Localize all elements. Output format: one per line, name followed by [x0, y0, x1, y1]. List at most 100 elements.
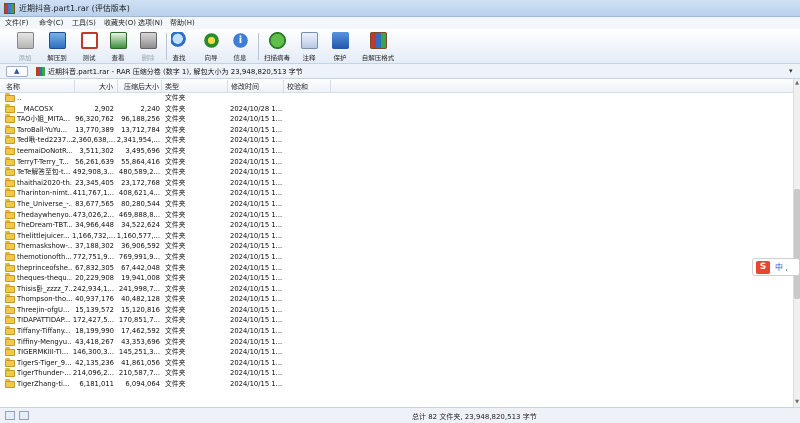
file-type: 文件夹 — [165, 348, 186, 357]
column-modified[interactable]: 修改时间 — [231, 82, 259, 92]
file-type: 文件夹 — [165, 252, 186, 261]
column-checksum[interactable]: 校验和 — [287, 82, 308, 92]
folder-icon — [5, 336, 15, 346]
file-packed-size: 170,851,7... — [118, 316, 160, 325]
file-modified: 2024/10/15 1... — [230, 284, 283, 293]
file-packed-size: 210,587,7... — [118, 369, 160, 378]
file-row[interactable]: teemaiDoNotR... 3,511,302 3,495,696 文件夹 2024… — [0, 145, 793, 157]
scrollbar-thumb[interactable] — [794, 189, 800, 299]
column-size[interactable]: 大小 — [99, 82, 113, 92]
file-row[interactable]: TheDream-TBT... 34,966,448 34,522,624 文件夹 20… — [0, 220, 793, 231]
file-packed-size: 80,280,544 — [121, 199, 160, 208]
key-icon[interactable] — [19, 411, 29, 420]
file-size: 40,937,176 — [75, 295, 114, 304]
file-row[interactable]: TigerS-Tiger_9... 42,135,236 41,861,056 文件夹… — [0, 357, 793, 369]
folder-icon — [5, 368, 15, 378]
file-type: 文件夹 — [165, 242, 186, 251]
file-row[interactable]: thaithai2020-th... 23,345,405 23,172,768 文件… — [0, 177, 793, 189]
file-row[interactable]: TIDAPATTIDAP... 172,427,5... 170,851,7... 文… — [0, 315, 793, 326]
file-row[interactable]: Tharinton-nimt... 411,767,1... 408,621,4..… — [0, 188, 793, 199]
file-row[interactable]: Thelittlejuicer... 1,166,732,... 1,160,577… — [0, 230, 793, 242]
file-row[interactable]: themotionofth... 772,751,9... 769,991,9...… — [0, 251, 793, 263]
path-dropdown-icon[interactable]: ▾ — [789, 67, 793, 75]
file-row[interactable]: .. 文件夹 — [0, 93, 793, 104]
find-button[interactable]: 查找 — [162, 30, 196, 63]
folder-icon — [5, 304, 15, 314]
file-modified: 2024/10/15 1... — [230, 316, 283, 325]
file-row[interactable]: TaroBall-YuYu... 13,770,389 13,712,784 文件夹 2… — [0, 124, 793, 136]
delete-button[interactable]: 删除 — [131, 30, 165, 63]
file-list: 名称 大小 压缩后大小 类型 修改时间 校验和 .. 文件夹 __MACOSX 2,9… — [0, 79, 793, 407]
add-button[interactable]: 添加 — [8, 30, 42, 63]
file-row[interactable]: TerryT-Terry_T... 56,261,639 55,864,416 文件夹… — [0, 156, 793, 168]
file-row[interactable]: TIGERMKIII-TI... 146,300,3... 145,251,3...… — [0, 347, 793, 358]
file-type: 文件夹 — [165, 231, 186, 240]
info-button[interactable]: i 信息 — [223, 30, 257, 63]
extract-to-button[interactable]: 解压到 — [40, 30, 74, 63]
folder-icon — [5, 177, 15, 187]
drive-icon[interactable] — [5, 411, 15, 420]
file-row[interactable]: Tiffany-Tiffany... 18,199,990 17,462,592 文件… — [0, 326, 793, 337]
file-name: TeTe解答至包-t... — [17, 168, 71, 177]
file-row[interactable]: theques-thequ... 20,229,908 19,941,008 文件夹 2… — [0, 273, 793, 284]
menu-favorites[interactable]: 收藏夹(O) — [104, 18, 136, 28]
file-type: 文件夹 — [165, 94, 186, 102]
file-size: 43,418,267 — [75, 337, 114, 346]
file-size: 2,360,638,... — [72, 136, 116, 145]
menu-options[interactable]: 选项(N) — [138, 18, 163, 28]
file-name: theques-thequ... — [17, 274, 72, 283]
folder-icon — [5, 251, 15, 261]
file-size: 473,026,2... — [72, 210, 114, 219]
file-row[interactable]: __MACOSX 2,902 2,240 文件夹 2024/10/28 1... — [0, 103, 793, 115]
column-name[interactable]: 名称 — [6, 82, 20, 92]
file-size: 15,139,572 — [75, 305, 114, 314]
file-packed-size: 469,888,8... — [118, 210, 160, 219]
scroll-up-icon[interactable]: ▲ — [794, 80, 800, 87]
file-row[interactable]: TeTe解答至包-t... 492,908,3... 480,589,2... 文件夹… — [0, 167, 793, 178]
column-type[interactable]: 类型 — [165, 82, 179, 92]
folder-icon — [5, 198, 15, 208]
status-bar: 总计 82 文件夹, 23,948,820,513 字节 — [0, 407, 800, 423]
file-size: 172,427,5... — [72, 316, 114, 325]
file-row[interactable]: Themaskshow-... 37,188,302 36,906,592 文件夹 20… — [0, 241, 793, 252]
file-row[interactable]: TAO小姐_MITA... 96,320,762 96,188,256 文件夹 2024… — [0, 114, 793, 125]
file-row[interactable]: Thedaywhenyo... 473,026,2... 469,888,8... 文… — [0, 209, 793, 221]
file-size: 34,966,448 — [75, 221, 114, 230]
menu-file[interactable]: 文件(F) — [5, 18, 29, 28]
protect-button[interactable]: 保护 — [323, 30, 357, 63]
scroll-down-icon[interactable]: ▼ — [794, 399, 800, 406]
file-row[interactable]: Tiffiny-Mengyu... 43,418,267 43,353,696 文件夹… — [0, 336, 793, 348]
ime-mode-label[interactable]: 中 , — [775, 262, 788, 273]
file-row[interactable]: Thompson-tho... 40,937,176 40,482,128 文件夹 20… — [0, 294, 793, 305]
file-row[interactable]: theprinceofshe... 67,832,305 67,442,048 文件夹… — [0, 262, 793, 274]
folder-icon — [5, 156, 15, 166]
file-row[interactable]: Threejin-ofgU... 15,139,572 15,120,816 文件夹 2… — [0, 304, 793, 316]
info-label: 信息 — [233, 54, 247, 62]
file-row[interactable]: TigerThunder-... 214,096,2... 210,587,7...… — [0, 368, 793, 379]
file-row[interactable]: The_Universe_-... 83,677,565 80,280,544 文件夹… — [0, 198, 793, 210]
vertical-scrollbar[interactable]: ▲ ▼ — [793, 79, 800, 407]
ime-toolbar[interactable]: S 中 , — [752, 258, 800, 276]
view-button[interactable]: 查看 — [101, 30, 135, 63]
menu-tools[interactable]: 工具(S) — [72, 18, 96, 28]
comment-button[interactable]: 注释 — [292, 30, 326, 63]
file-packed-size: 769,991,9... — [118, 252, 160, 261]
menu-help[interactable]: 帮助(H) — [170, 18, 195, 28]
file-size: 67,832,305 — [75, 263, 114, 272]
file-modified: 2024/10/15 1... — [230, 327, 283, 336]
up-folder-button[interactable]: ▲ — [6, 66, 28, 77]
delete-label: 删除 — [141, 54, 155, 62]
file-row[interactable]: TigerZhang-ti... 6,181,011 6,094,064 文件夹 202… — [0, 379, 793, 390]
folder-icon — [5, 93, 15, 102]
file-size: 13,770,389 — [75, 125, 114, 134]
file-row[interactable]: Ted啾-ted2237... 2,360,638,... 2,341,954,..… — [0, 135, 793, 146]
file-name: TIDAPATTIDAP... — [17, 316, 71, 325]
file-modified: 2024/10/15 1... — [230, 157, 283, 166]
column-packed-size[interactable]: 压缩后大小 — [124, 82, 159, 92]
menu-commands[interactable]: 命令(C) — [39, 18, 63, 28]
column-divider — [330, 80, 331, 92]
sfx-button[interactable]: 自解压格式 — [358, 30, 398, 63]
extract-folder-icon — [49, 32, 66, 49]
file-row[interactable]: Thisis卧_zzzz_7... 242,934,1... 241,998,7..… — [0, 283, 793, 295]
virus-scan-button[interactable]: 扫描病毒 — [260, 30, 294, 63]
